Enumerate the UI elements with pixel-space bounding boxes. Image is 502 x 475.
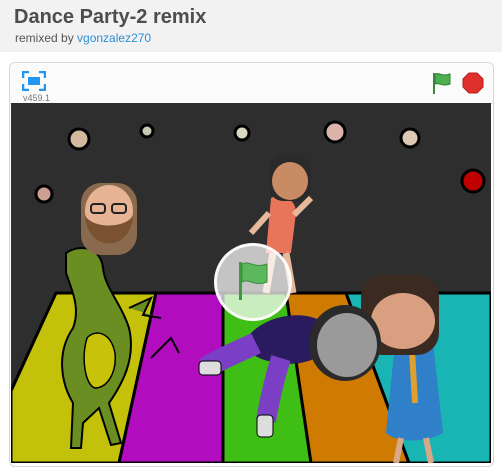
stop-button[interactable] [462,72,484,94]
dancer-face-grayscale [309,305,381,381]
project-title: Dance Party-2 remix [14,6,207,28]
remix-credit: remixed by vgonzalez270 [15,31,151,45]
fullscreen-icon [21,70,47,92]
green-flag-icon [433,73,451,94]
stop-sign-icon [462,72,484,94]
green-flag-icon [239,262,268,300]
project-player: v459.1 [9,62,494,467]
version-label: v459.1 [23,93,51,103]
stage-canvas[interactable] [11,103,491,463]
green-flag-button[interactable] [429,71,453,95]
dancer-face-smiling [269,155,311,201]
player-controls: v459.1 [10,63,493,104]
author-link[interactable]: vgonzalez270 [77,31,151,45]
fullscreen-button[interactable] [21,70,47,92]
start-overlay-button[interactable] [214,243,292,321]
remixed-by-label: remixed by [15,31,74,45]
project-header: Dance Party-2 remix remixed by vgonzalez… [0,0,502,52]
dancer-face-bearded [81,183,137,255]
